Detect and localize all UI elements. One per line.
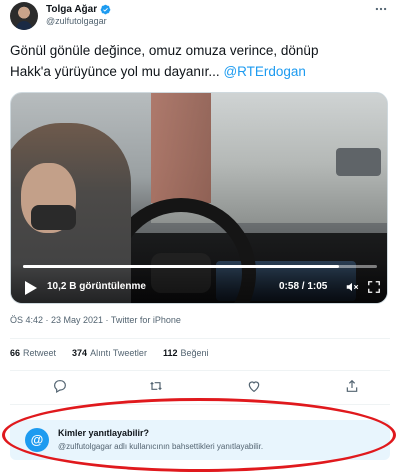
video-progress-fill	[23, 265, 339, 268]
volume-muted-icon[interactable]	[345, 280, 359, 294]
reply-icon[interactable]	[52, 378, 68, 394]
divider	[10, 404, 390, 405]
fullscreen-icon[interactable]	[367, 280, 381, 294]
tweet-text: Gönül gönüle değince, omuz omuza verince…	[10, 40, 380, 82]
video-scene-vehicle	[336, 148, 381, 176]
more-options-icon[interactable]	[374, 2, 388, 16]
reply-restriction-title: Kimler yanıtlayabilir?	[58, 428, 150, 438]
video-progress-track[interactable]	[23, 265, 377, 268]
retweets-count: 66	[10, 348, 21, 358]
quotes-count: 374	[72, 348, 88, 358]
tweet-timestamp[interactable]: ÖS 4:42 · 23 May 2021 · Twitter for iPho…	[10, 315, 181, 325]
quotes-stat[interactable]: 374 Alıntı Tweetler	[72, 348, 147, 358]
retweets-label: Retweet	[23, 348, 57, 358]
divider	[10, 338, 390, 339]
reply-restriction-notice: @ Kimler yanıtlayabilir? @zulfutolgagar …	[10, 420, 390, 460]
verified-badge-icon	[100, 4, 111, 14]
likes-label: Beğeni	[180, 348, 209, 358]
share-icon[interactable]	[344, 378, 360, 394]
author-handle[interactable]: @zulfutolgagar	[46, 16, 107, 26]
tweet-action-bar	[10, 378, 390, 396]
mention-at-icon: @	[25, 428, 49, 452]
video-scene-mask	[31, 205, 76, 230]
like-icon[interactable]	[246, 378, 262, 394]
author-display-name[interactable]: Tolga Ağar	[46, 4, 97, 15]
tweet-text-line2: Hakk'a yürüyünce yol mu dayanır...	[10, 64, 224, 79]
retweet-icon[interactable]	[148, 378, 164, 394]
likes-count: 112	[162, 348, 178, 358]
reply-restriction-description: @zulfutolgagar adlı kullanıcının bahsett…	[58, 442, 264, 451]
mention-link[interactable]: @RTErdogan	[223, 64, 306, 79]
video-timer: 0:58 / 1:05	[279, 281, 328, 292]
quotes-label: Alıntı Tweetler	[90, 348, 147, 358]
video-scene-building	[151, 93, 211, 203]
tweet-text-line1: Gönül gönüle değince, omuz omuza verince…	[10, 43, 319, 58]
video-player[interactable]: 10,2 B görüntülenme 0:58 / 1:05	[10, 92, 388, 304]
likes-stat[interactable]: 112 Beğeni	[163, 348, 209, 358]
author-name-row: Tolga Ağar	[46, 2, 111, 16]
tweet-header: Tolga Ağar @zulfutolgagar	[10, 2, 390, 30]
retweets-stat[interactable]: 66 Retweet	[10, 348, 56, 358]
view-count: 10,2 B görüntülenme	[47, 281, 146, 292]
divider	[10, 370, 390, 371]
engagement-stats: 66 Retweet 374 Alıntı Tweetler 112 Beğeni	[10, 348, 209, 358]
author-avatar[interactable]	[10, 2, 38, 30]
play-icon[interactable]	[25, 281, 37, 295]
